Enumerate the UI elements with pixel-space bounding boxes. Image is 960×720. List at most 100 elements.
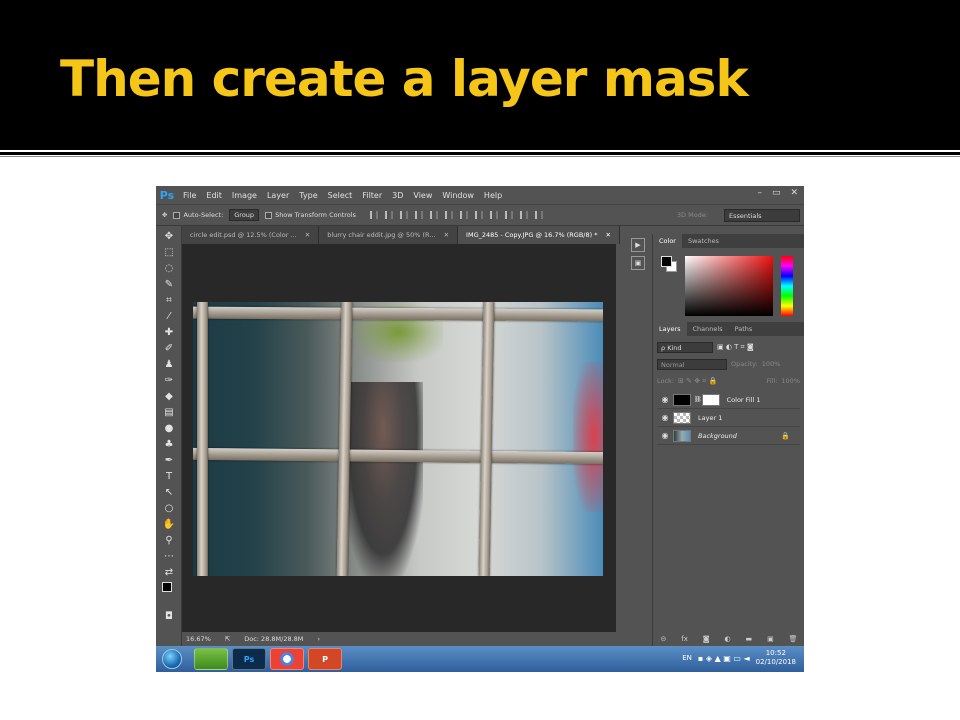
tray-icons[interactable]: ▪ ◈ ▲ ▣ ▭ ◄ bbox=[698, 654, 750, 663]
workspace-dropdown[interactable]: Essentials bbox=[724, 209, 800, 222]
properties-icon[interactable]: ▣ bbox=[631, 256, 645, 270]
menu-type[interactable]: Type bbox=[294, 191, 322, 200]
hand-tool-icon[interactable]: ✋ bbox=[162, 518, 176, 532]
auto-select-dropdown[interactable]: Group bbox=[229, 209, 260, 221]
adjustment-layer-icon[interactable]: ◐ bbox=[725, 635, 731, 643]
fx-icon[interactable]: fx bbox=[681, 635, 688, 643]
taskbar-chrome-icon[interactable] bbox=[270, 648, 304, 670]
layer-row-color-fill[interactable]: ◉ ⛓ Color Fill 1 bbox=[657, 391, 800, 409]
default-colors-icon[interactable]: ⇄ bbox=[162, 566, 176, 580]
blur-tool-icon[interactable]: ● bbox=[162, 422, 176, 436]
brush-tool-icon[interactable]: ✐ bbox=[162, 342, 176, 356]
pen-tool-icon[interactable]: ✒ bbox=[162, 454, 176, 468]
tab-close-icon[interactable]: ✕ bbox=[444, 231, 449, 239]
link-layers-icon[interactable]: ⊝ bbox=[660, 635, 666, 643]
quick-mask-icon[interactable]: ◘ bbox=[162, 610, 176, 624]
move-tool-preset[interactable]: ✥ bbox=[162, 211, 167, 219]
show-transform-checkbox[interactable]: Show Transform Controls bbox=[265, 211, 356, 219]
link-icon[interactable]: ⛓ bbox=[694, 396, 702, 403]
tab-circle-edit[interactable]: circle edit.psd @ 12.5% (Color ... ✕ bbox=[182, 226, 320, 244]
align-left-icon[interactable] bbox=[414, 211, 423, 219]
more-tools-icon[interactable]: ⋯ bbox=[162, 550, 176, 564]
align-right-icon[interactable] bbox=[444, 211, 453, 219]
align-bottom-icon[interactable] bbox=[399, 211, 408, 219]
dodge-tool-icon[interactable]: ♣ bbox=[162, 438, 176, 452]
healing-tool-icon[interactable]: ✚ bbox=[162, 326, 176, 340]
menu-3d[interactable]: 3D bbox=[387, 191, 408, 200]
menu-help[interactable]: Help bbox=[479, 191, 507, 200]
delete-layer-icon[interactable]: 🗑 bbox=[789, 635, 798, 643]
taskbar-photoshop-icon[interactable]: Ps bbox=[232, 648, 266, 670]
layer-mask-thumbnail[interactable] bbox=[701, 393, 720, 406]
share-icon[interactable]: ⇱ bbox=[225, 635, 230, 643]
distribute-hcenter-icon[interactable] bbox=[519, 211, 528, 219]
tab-layers[interactable]: Layers bbox=[653, 322, 687, 336]
tab-close-icon[interactable]: ✕ bbox=[606, 231, 611, 239]
tab-close-icon[interactable]: ✕ bbox=[305, 231, 310, 239]
tab-paths[interactable]: Paths bbox=[729, 322, 759, 336]
distribute-center-icon[interactable] bbox=[474, 211, 483, 219]
tab-blurry-chair[interactable]: blurry chair eddit.jpg @ 50% (R... ✕ bbox=[319, 226, 459, 244]
stamp-tool-icon[interactable]: ♟ bbox=[162, 358, 176, 372]
move-tool-icon[interactable]: ✥ bbox=[162, 230, 176, 244]
start-button-icon[interactable] bbox=[162, 649, 182, 669]
fill-value[interactable]: 100% bbox=[781, 377, 800, 385]
auto-select-checkbox[interactable]: Auto-Select: bbox=[173, 211, 223, 219]
color-picker-field[interactable] bbox=[685, 256, 773, 316]
menu-file[interactable]: File bbox=[178, 191, 201, 200]
opacity-value[interactable]: 100% bbox=[762, 360, 781, 368]
distribute-top-icon[interactable] bbox=[459, 211, 468, 219]
document-image[interactable] bbox=[193, 302, 603, 576]
filter-icons[interactable]: ▣ ◐ T ⌗ ◙ bbox=[717, 343, 754, 352]
menu-window[interactable]: Window bbox=[437, 191, 479, 200]
distribute-bottom-icon[interactable] bbox=[489, 211, 498, 219]
add-mask-icon[interactable]: ◙ bbox=[703, 635, 710, 643]
foreground-color-swatch[interactable] bbox=[661, 256, 672, 267]
tab-img-2485[interactable]: IMG_2485 - Copy.JPG @ 16.7% (RGB/8) * ✕ bbox=[458, 226, 620, 244]
blend-mode-dropdown[interactable]: Normal bbox=[657, 358, 727, 370]
hue-slider[interactable] bbox=[781, 256, 793, 316]
menu-edit[interactable]: Edit bbox=[201, 191, 227, 200]
tab-color[interactable]: Color bbox=[653, 234, 682, 248]
menu-view[interactable]: View bbox=[408, 191, 437, 200]
layer-row-layer-1[interactable]: ◉ Layer 1 bbox=[657, 409, 800, 427]
menu-layer[interactable]: Layer bbox=[262, 191, 294, 200]
layer-row-background[interactable]: ◉ Background 🔒 bbox=[657, 427, 800, 445]
lock-icons[interactable]: ⊞ ✎ ✥ ⌗ 🔒 bbox=[678, 377, 717, 386]
path-select-tool-icon[interactable]: ↖ bbox=[162, 486, 176, 500]
zoom-tool-icon[interactable]: ⚲ bbox=[162, 534, 176, 548]
eye-icon[interactable]: ◉ bbox=[657, 395, 673, 404]
menu-filter[interactable]: Filter bbox=[357, 191, 387, 200]
shape-tool-icon[interactable]: ○ bbox=[162, 502, 176, 516]
kind-filter-dropdown[interactable]: ρ Kind bbox=[657, 341, 713, 353]
taskbar-powerpoint-icon[interactable]: P bbox=[308, 648, 342, 670]
zoom-level[interactable]: 16.67% bbox=[186, 635, 211, 643]
history-brush-tool-icon[interactable]: ✑ bbox=[162, 374, 176, 388]
taskbar-app-green-icon[interactable] bbox=[194, 648, 228, 670]
history-icon[interactable]: ▶ bbox=[631, 238, 645, 252]
eraser-tool-icon[interactable]: ◆ bbox=[162, 390, 176, 404]
close-button[interactable]: ✕ bbox=[790, 188, 798, 198]
minimize-button[interactable]: – bbox=[757, 188, 762, 198]
type-tool-icon[interactable]: T bbox=[162, 470, 176, 484]
align-hcenter-icon[interactable] bbox=[429, 211, 438, 219]
crop-tool-icon[interactable]: ⌗ bbox=[162, 294, 176, 308]
canvas-area[interactable] bbox=[182, 244, 616, 632]
tab-swatches[interactable]: Swatches bbox=[682, 234, 725, 248]
new-layer-icon[interactable]: ▣ bbox=[767, 635, 774, 643]
distribute-right-icon[interactable] bbox=[534, 211, 543, 219]
lasso-tool-icon[interactable]: ◌ bbox=[162, 262, 176, 276]
foreground-color-swatch[interactable] bbox=[162, 582, 176, 596]
marquee-tool-icon[interactable]: ⬚ bbox=[162, 246, 176, 260]
eyedropper-tool-icon[interactable]: ⁄ bbox=[162, 310, 176, 324]
distribute-left-icon[interactable] bbox=[504, 211, 513, 219]
quick-select-tool-icon[interactable]: ✎ bbox=[162, 278, 176, 292]
clock[interactable]: 10:52 02/10/2018 bbox=[756, 649, 796, 667]
eye-icon[interactable]: ◉ bbox=[657, 431, 673, 440]
status-arrow-icon[interactable]: › bbox=[317, 635, 320, 643]
restore-button[interactable]: ▭ bbox=[772, 188, 781, 198]
gradient-tool-icon[interactable]: ▤ bbox=[162, 406, 176, 420]
align-vcenter-icon[interactable] bbox=[384, 211, 393, 219]
eye-icon[interactable]: ◉ bbox=[657, 413, 673, 422]
align-top-icon[interactable] bbox=[369, 211, 378, 219]
